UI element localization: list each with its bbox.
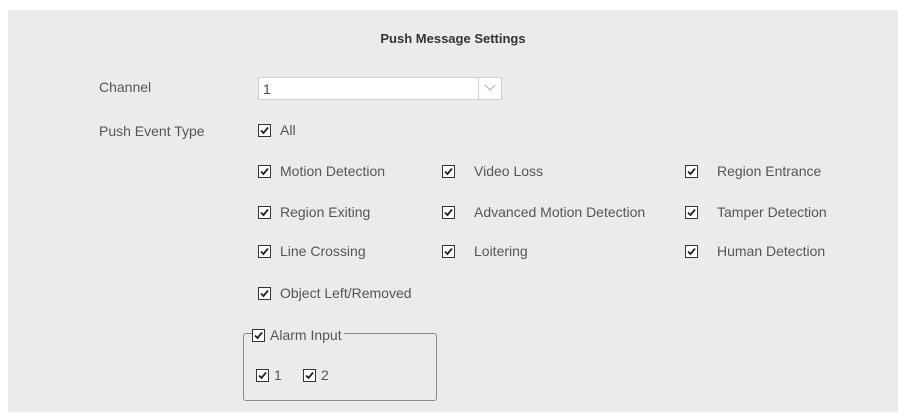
checkbox-icon[interactable]: [442, 205, 455, 219]
checkbox-human-detection[interactable]: Human Detection: [685, 242, 825, 260]
checkbox-region-entrance[interactable]: Region Entrance: [685, 162, 821, 180]
checkbox-all-label: All: [280, 122, 296, 138]
event-label: Loitering: [474, 243, 528, 259]
checkbox-icon[interactable]: [303, 368, 316, 382]
event-label: Object Left/Removed: [280, 285, 412, 301]
checkbox-icon[interactable]: [258, 286, 271, 300]
checkbox-object-left-removed[interactable]: Object Left/Removed: [258, 284, 412, 302]
checkbox-region-exiting[interactable]: Region Exiting: [258, 203, 370, 221]
checkbox-icon[interactable]: [442, 244, 455, 258]
checkbox-icon[interactable]: [258, 123, 271, 137]
checkbox-icon[interactable]: [685, 164, 698, 178]
channel-select[interactable]: 1: [258, 77, 502, 100]
event-label: Motion Detection: [280, 163, 386, 179]
checkbox-alarm-input-2[interactable]: 2: [303, 366, 329, 384]
chevron-down-icon[interactable]: [478, 78, 501, 99]
checkbox-alarm-input[interactable]: Alarm Input: [252, 326, 344, 344]
push-event-type-label: Push Event Type: [99, 123, 205, 139]
checkbox-icon[interactable]: [252, 328, 265, 342]
checkbox-icon[interactable]: [442, 164, 455, 178]
push-settings-panel: Push Message Settings Channel 1 Push Eve…: [8, 10, 898, 412]
checkbox-icon[interactable]: [258, 205, 271, 219]
checkbox-tamper-detection[interactable]: Tamper Detection: [685, 203, 827, 221]
event-label: Advanced Motion Detection: [474, 204, 646, 220]
checkbox-icon[interactable]: [685, 244, 698, 258]
checkbox-loitering[interactable]: Loitering: [442, 242, 528, 260]
event-label: Video Loss: [474, 163, 544, 179]
event-label: Region Exiting: [280, 204, 371, 220]
checkbox-video-loss[interactable]: Video Loss: [442, 162, 543, 180]
checkbox-icon[interactable]: [685, 205, 698, 219]
checkbox-alarm-input-1[interactable]: 1: [256, 366, 282, 384]
checkbox-icon[interactable]: [256, 368, 269, 382]
event-label: Region Entrance: [717, 163, 822, 179]
checkbox-icon[interactable]: [258, 244, 271, 258]
page-title: Push Message Settings: [380, 31, 526, 46]
channel-value: 1: [263, 81, 271, 97]
alarm-input-label: Alarm Input: [270, 327, 342, 343]
channel-label: Channel: [99, 79, 152, 95]
event-label: Human Detection: [717, 243, 826, 259]
checkbox-all[interactable]: All: [258, 121, 296, 139]
event-label: Line Crossing: [280, 243, 366, 259]
alarm-input-item-label: 1: [274, 367, 282, 383]
checkbox-motion-detection[interactable]: Motion Detection: [258, 162, 385, 180]
checkbox-advanced-motion-detection[interactable]: Advanced Motion Detection: [442, 203, 645, 221]
checkbox-line-crossing[interactable]: Line Crossing: [258, 242, 366, 260]
alarm-input-item-label: 2: [321, 367, 329, 383]
checkbox-icon[interactable]: [258, 164, 271, 178]
event-label: Tamper Detection: [717, 204, 827, 220]
